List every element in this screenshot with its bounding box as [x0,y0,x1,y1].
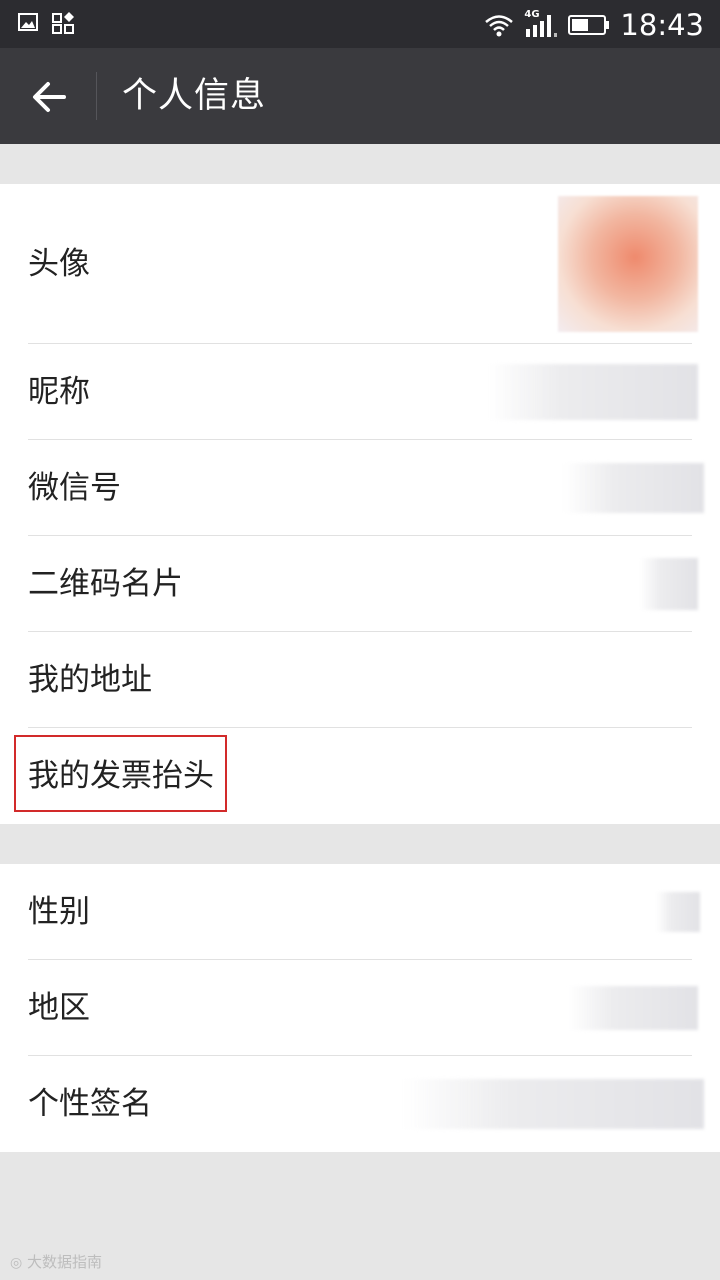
qr-code-row[interactable]: 二维码名片 [0,536,720,632]
avatar-image [558,196,698,332]
watermark-logo-icon: ◎ [10,1255,23,1271]
app-notification-icon [52,12,74,34]
watermark: ◎ 大数据指南 [10,1252,102,1273]
back-button[interactable] [28,76,70,118]
back-arrow-icon [33,82,66,112]
region-label: 地区 [28,990,90,1026]
status-bar: 4G 18:43 [0,0,720,48]
my-address-label: 我的地址 [28,662,152,698]
app-bar: 个人信息 [0,48,720,144]
invoice-title-row[interactable]: 我的发票抬头 [0,728,720,824]
nickname-value-blurred [488,364,698,420]
wechat-id-row[interactable]: 微信号 [0,440,720,536]
status-right-icons: 4G 18:43 [484,8,704,42]
signal-icon [526,15,558,37]
clock: 18:43 [620,8,704,42]
signature-value-blurred [404,1079,704,1129]
wechat-id-label: 微信号 [28,470,121,506]
region-value-blurred [568,986,698,1030]
avatar-row[interactable]: 头像 [0,184,720,344]
app-bar-divider [96,72,97,120]
gender-row[interactable]: 性别 [0,864,720,960]
qr-code-thumbnail-blurred [640,558,698,610]
signature-row[interactable]: 个性签名 [0,1056,720,1152]
avatar-label: 头像 [28,246,90,282]
gender-value-blurred [656,892,700,932]
invoice-title-label: 我的发票抬头 [28,758,214,794]
cellular-signal: 4G [524,9,558,39]
region-row[interactable]: 地区 [0,960,720,1056]
wechat-id-value-blurred [564,463,704,513]
watermark-text: 大数据指南 [27,1253,103,1271]
gender-label: 性别 [28,894,90,930]
nickname-row[interactable]: 昵称 [0,344,720,440]
battery-icon [568,15,610,35]
wifi-icon [485,15,514,37]
my-address-row[interactable]: 我的地址 [0,632,720,728]
nickname-label: 昵称 [28,374,90,410]
status-left-icons [18,12,76,34]
page-title: 个人信息 [122,76,267,116]
signature-label: 个性签名 [28,1086,152,1122]
profile-group: 头像 昵称 微信号 二维码名片 我的地址 我的发票抬头 [0,184,720,824]
details-group: 性别 地区 个性签名 [0,864,720,1152]
image-notification-icon [18,13,38,31]
qr-code-label: 二维码名片 [28,566,183,602]
